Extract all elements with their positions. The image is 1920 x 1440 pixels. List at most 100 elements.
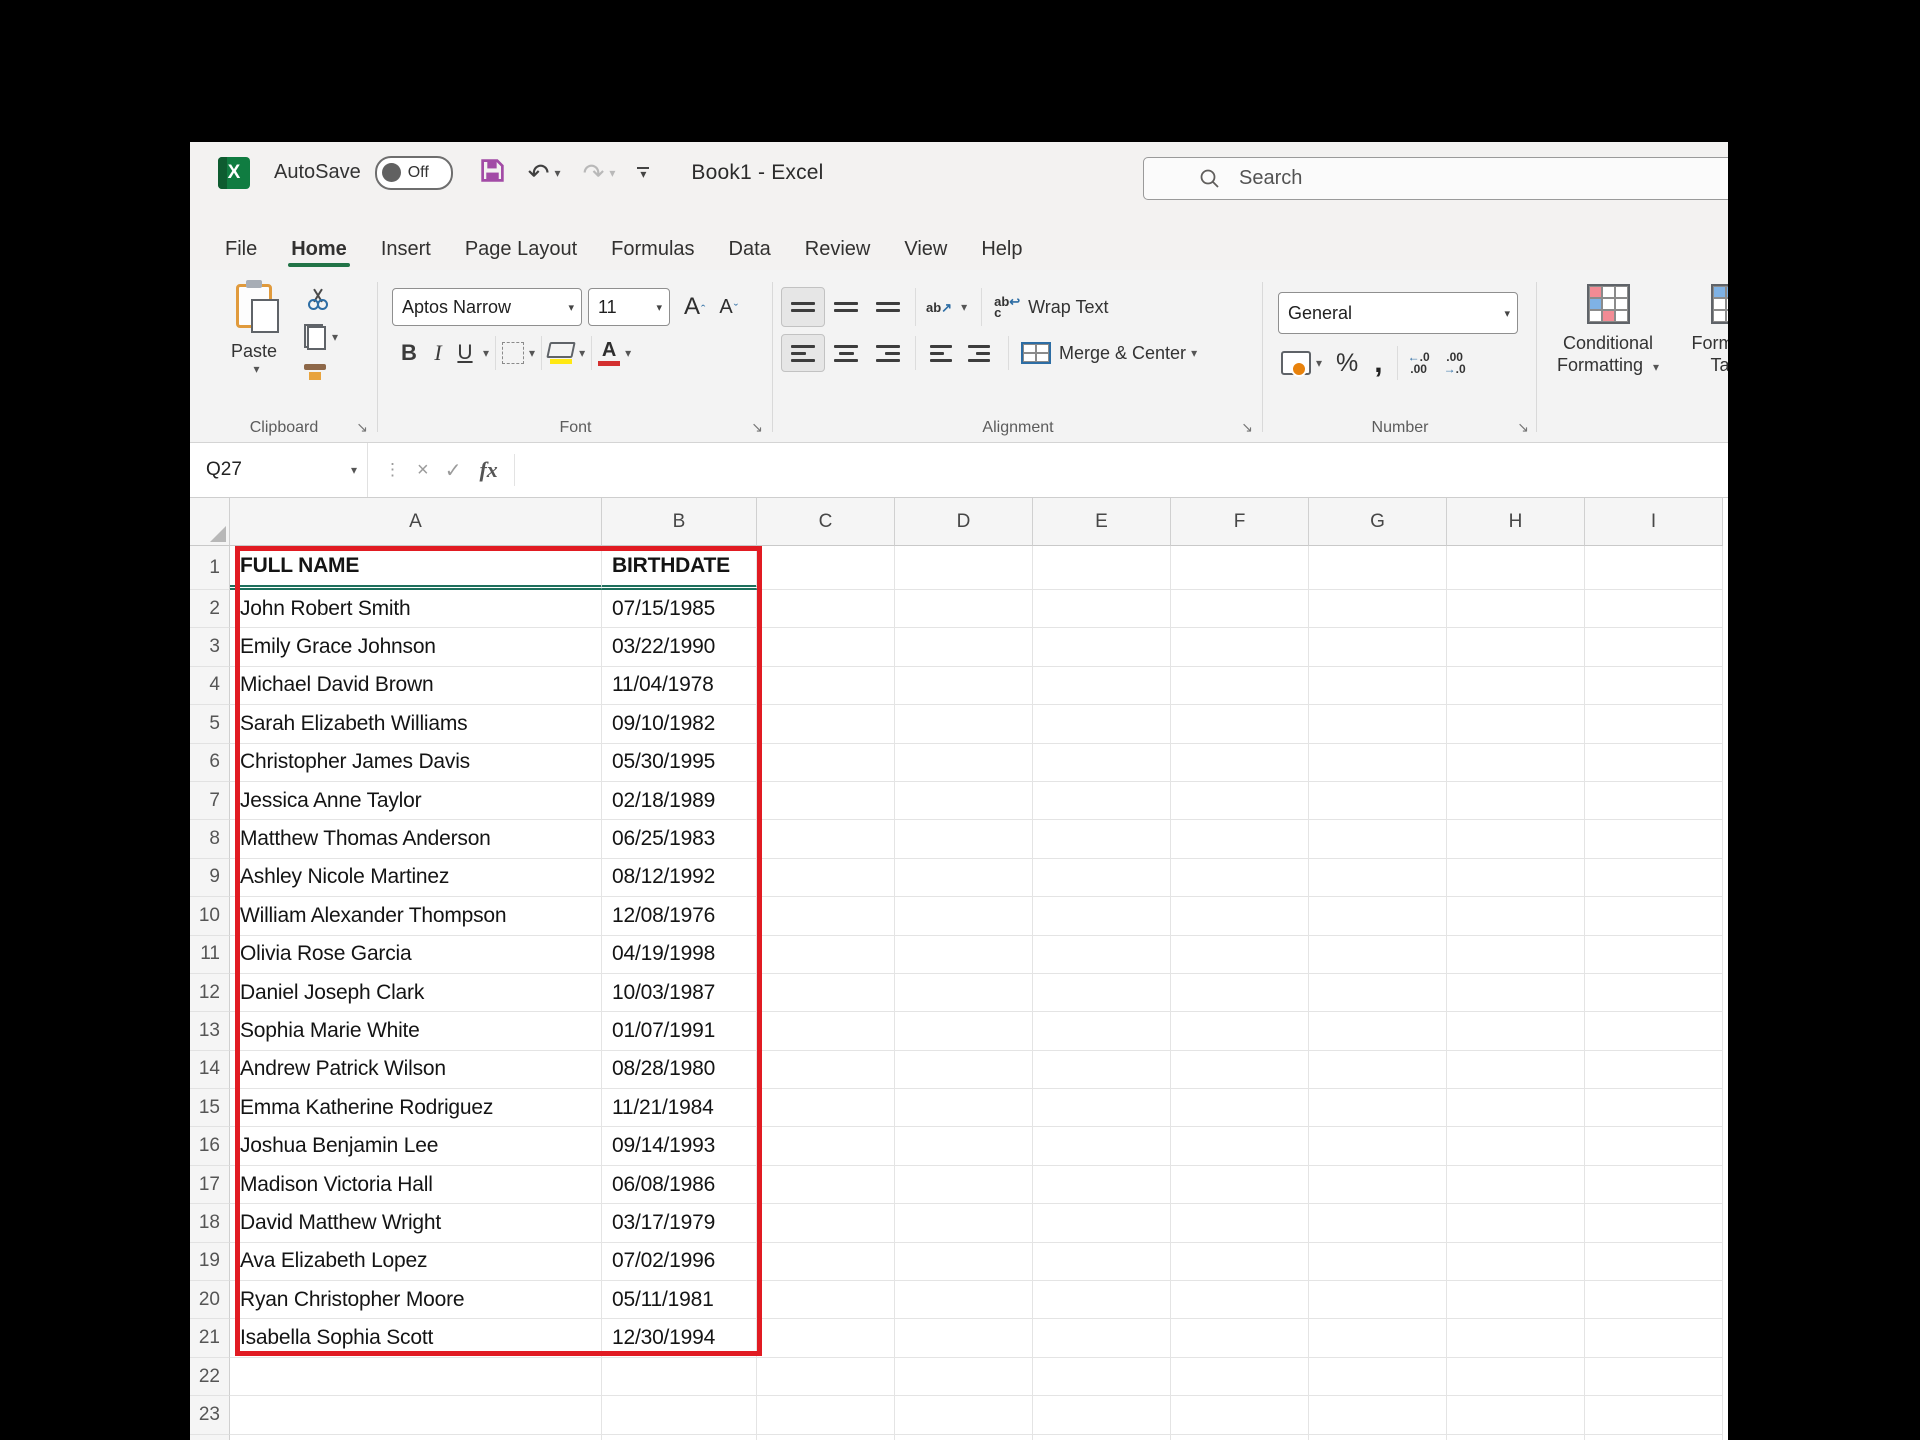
- cell-D7[interactable]: [895, 781, 1033, 821]
- row-header-15[interactable]: 15: [190, 1089, 230, 1128]
- tab-home[interactable]: Home: [274, 228, 364, 270]
- cell-E18[interactable]: [1033, 1204, 1171, 1243]
- cell-F22[interactable]: [1171, 1357, 1309, 1397]
- save-icon[interactable]: [479, 157, 506, 188]
- cell-F1[interactable]: [1171, 546, 1309, 590]
- cell-C21[interactable]: [757, 1319, 895, 1358]
- row-header-13[interactable]: 13: [190, 1012, 230, 1051]
- cell-D13[interactable]: [895, 1012, 1033, 1051]
- cell-C7[interactable]: [757, 781, 895, 821]
- column-header-I[interactable]: I: [1585, 498, 1723, 546]
- tab-data[interactable]: Data: [712, 228, 788, 270]
- tab-page-layout[interactable]: Page Layout: [448, 228, 594, 270]
- accounting-dropdown-icon[interactable]: ▾: [1316, 356, 1322, 370]
- cell-I23[interactable]: [1585, 1396, 1723, 1435]
- cell-C9[interactable]: [757, 858, 895, 898]
- cell-G7[interactable]: [1309, 781, 1447, 821]
- cell-I21[interactable]: [1585, 1319, 1723, 1358]
- cell-H5[interactable]: [1447, 705, 1585, 744]
- cell-E17[interactable]: [1033, 1165, 1171, 1205]
- row-header-19[interactable]: 19: [190, 1242, 230, 1282]
- cell-C22[interactable]: [757, 1357, 895, 1397]
- cell-I9[interactable]: [1585, 858, 1723, 898]
- cell-B20[interactable]: 05/11/1981: [602, 1281, 757, 1320]
- cell-C11[interactable]: [757, 935, 895, 974]
- tab-view[interactable]: View: [887, 228, 964, 270]
- cell-C10[interactable]: [757, 897, 895, 936]
- cell-H6[interactable]: [1447, 743, 1585, 782]
- cell-E1[interactable]: [1033, 546, 1171, 590]
- cell-G5[interactable]: [1309, 705, 1447, 744]
- row-header-9[interactable]: 9: [190, 858, 230, 898]
- row-header-7[interactable]: 7: [190, 781, 230, 821]
- borders-dropdown-icon[interactable]: ▾: [529, 346, 535, 360]
- underline-dropdown-icon[interactable]: ▾: [483, 346, 489, 360]
- cell-B24[interactable]: [602, 1434, 757, 1440]
- format-as-table-button[interactable]: Format as Table: [1672, 280, 1728, 418]
- cell-G14[interactable]: [1309, 1050, 1447, 1090]
- wrap-text-button[interactable]: ab↩ c Wrap Text: [988, 288, 1114, 326]
- cell-I5[interactable]: [1585, 705, 1723, 744]
- cell-D22[interactable]: [895, 1357, 1033, 1397]
- cell-F11[interactable]: [1171, 935, 1309, 974]
- row-header-4[interactable]: 4: [190, 666, 230, 706]
- cell-H1[interactable]: [1447, 546, 1585, 590]
- cell-B13[interactable]: 01/07/1991: [602, 1012, 757, 1051]
- accounting-format-button[interactable]: [1281, 351, 1311, 377]
- cell-C17[interactable]: [757, 1165, 895, 1205]
- cell-I12[interactable]: [1585, 973, 1723, 1013]
- cut-button[interactable]: [306, 286, 330, 310]
- increase-indent-button[interactable]: [960, 335, 998, 371]
- cell-F13[interactable]: [1171, 1012, 1309, 1051]
- cell-H4[interactable]: [1447, 666, 1585, 706]
- cell-B17[interactable]: 06/08/1986: [602, 1165, 757, 1205]
- cell-C15[interactable]: [757, 1089, 895, 1128]
- cell-C2[interactable]: [757, 590, 895, 629]
- cell-H8[interactable]: [1447, 820, 1585, 859]
- cell-I1[interactable]: [1585, 546, 1723, 590]
- cell-B1[interactable]: BIRTHDATE: [602, 546, 757, 590]
- cell-G24[interactable]: [1309, 1434, 1447, 1440]
- cell-E11[interactable]: [1033, 935, 1171, 974]
- cell-F15[interactable]: [1171, 1089, 1309, 1128]
- tab-help[interactable]: Help: [964, 228, 1039, 270]
- cell-A24[interactable]: [230, 1434, 602, 1440]
- cell-H12[interactable]: [1447, 973, 1585, 1013]
- cell-G1[interactable]: [1309, 546, 1447, 590]
- row-header-22[interactable]: 22: [190, 1357, 230, 1397]
- cell-A21[interactable]: Isabella Sophia Scott: [230, 1319, 602, 1358]
- cell-F17[interactable]: [1171, 1165, 1309, 1205]
- cell-H3[interactable]: [1447, 628, 1585, 667]
- cell-I14[interactable]: [1585, 1050, 1723, 1090]
- cell-B22[interactable]: [602, 1357, 757, 1397]
- cell-I22[interactable]: [1585, 1357, 1723, 1397]
- font-color-button[interactable]: A: [598, 340, 621, 366]
- cell-D17[interactable]: [895, 1165, 1033, 1205]
- cell-D6[interactable]: [895, 743, 1033, 782]
- bottom-align-button[interactable]: [867, 288, 909, 326]
- row-header-1[interactable]: 1: [190, 546, 230, 590]
- cell-B9[interactable]: 08/12/1992: [602, 858, 757, 898]
- cell-A23[interactable]: [230, 1396, 602, 1435]
- cell-I8[interactable]: [1585, 820, 1723, 859]
- orientation-button[interactable]: ab↗: [922, 288, 956, 326]
- undo-icon[interactable]: ↶: [528, 160, 550, 186]
- cell-H17[interactable]: [1447, 1165, 1585, 1205]
- excel-app-icon[interactable]: X: [218, 156, 250, 189]
- cell-A12[interactable]: Daniel Joseph Clark: [230, 973, 602, 1013]
- row-header-17[interactable]: 17: [190, 1165, 230, 1205]
- cell-G8[interactable]: [1309, 820, 1447, 859]
- align-right-button[interactable]: [867, 335, 909, 371]
- cell-D11[interactable]: [895, 935, 1033, 974]
- cell-F16[interactable]: [1171, 1127, 1309, 1166]
- row-header-16[interactable]: 16: [190, 1127, 230, 1166]
- cell-D19[interactable]: [895, 1242, 1033, 1282]
- cell-B4[interactable]: 11/04/1978: [602, 666, 757, 706]
- cell-B2[interactable]: 07/15/1985: [602, 590, 757, 629]
- cell-A5[interactable]: Sarah Elizabeth Williams: [230, 705, 602, 744]
- bold-button[interactable]: B: [394, 340, 424, 366]
- cell-F14[interactable]: [1171, 1050, 1309, 1090]
- cell-C18[interactable]: [757, 1204, 895, 1243]
- cell-E4[interactable]: [1033, 666, 1171, 706]
- cell-E15[interactable]: [1033, 1089, 1171, 1128]
